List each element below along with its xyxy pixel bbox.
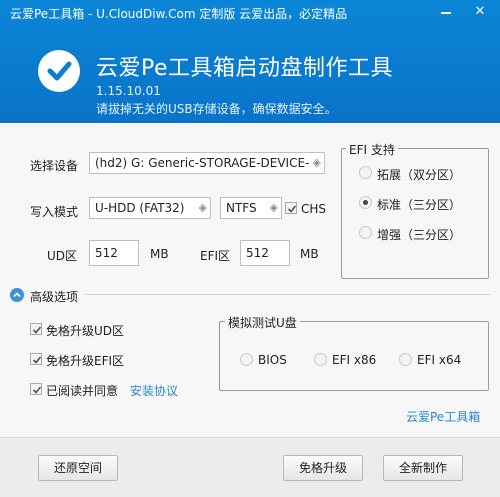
ud-size-input[interactable]: 512 <box>89 240 139 266</box>
app-title: 云爱Pe工具箱启动盘制作工具 <box>96 56 394 81</box>
filesystem-select[interactable]: NTFS ◈ <box>220 197 282 219</box>
simulate-test-title: 模拟测试U盘 <box>225 314 300 331</box>
app-version: 1.15.10.01 <box>96 84 161 98</box>
dropdown-icon: ◈ <box>269 201 278 214</box>
efi-size-input[interactable]: 512 <box>240 240 290 266</box>
check-icon <box>32 326 42 334</box>
dropdown-icon: ◈ <box>312 156 321 169</box>
restore-space-button[interactable]: 还原空间 <box>38 455 118 481</box>
check-icon <box>32 386 42 394</box>
device-select[interactable]: (hd2) G: Generic-STORAGE-DEVICE- ◈ <box>89 152 325 174</box>
format-free-upgrade-button[interactable]: 免格升级 <box>283 455 363 481</box>
window-title: 云爱Pe工具箱 - U.CloudDiw.Com 定制版 云爱出品，必定精品 <box>10 7 348 21</box>
header-banner: 云爱Pe工具箱 - U.CloudDiw.Com 定制版 云爱出品，必定精品 ✕… <box>0 0 500 123</box>
simulate-efi-x64-radio[interactable] <box>399 353 412 366</box>
agree-checkbox[interactable] <box>30 383 42 395</box>
write-mode-select[interactable]: U-HDD (FAT32) ◈ <box>89 197 211 219</box>
write-mode-label: 写入模式 <box>30 205 79 219</box>
efi-option-expand-radio[interactable] <box>359 166 372 179</box>
minimize-icon <box>441 12 451 14</box>
simulate-bios-radio[interactable] <box>240 353 253 366</box>
device-value: (hd2) G: Generic-STORAGE-DEVICE- <box>95 156 310 170</box>
efi-option-enhanced-radio[interactable] <box>359 226 372 239</box>
efi-size-value: 512 <box>246 246 269 260</box>
simulate-bios-label[interactable]: BIOS <box>258 353 287 367</box>
skip-ud-upgrade-checkbox[interactable] <box>30 323 42 335</box>
ud-unit: MB <box>150 247 169 261</box>
advanced-options-label: 高级选项 <box>30 290 79 304</box>
brand-link[interactable]: 云爱Pe工具箱 <box>406 408 480 425</box>
app-window: 云爱Pe工具箱 - U.CloudDiw.Com 定制版 云爱出品，必定精品 ✕… <box>0 0 500 497</box>
chs-label: CHS <box>301 202 327 216</box>
check-icon <box>32 356 42 364</box>
safety-tip: 请拔掉无关的USB存储设备，确保数据安全。 <box>96 102 337 116</box>
skip-ud-upgrade-label: 免格升级UD区 <box>46 324 125 338</box>
skip-efi-upgrade-checkbox[interactable] <box>30 353 42 365</box>
chs-checkbox[interactable] <box>285 202 297 214</box>
agreement-link[interactable]: 安装协议 <box>130 382 178 399</box>
skip-efi-upgrade-label: 免格升级EFI区 <box>46 354 125 368</box>
agree-label: 已阅读并同意 <box>46 384 119 398</box>
ud-label: UD区 <box>47 249 78 263</box>
checkmark-icon <box>38 50 80 92</box>
chevron-up-icon <box>13 292 21 298</box>
simulate-efi-x86-label[interactable]: EFI x86 <box>332 353 376 367</box>
efi-support-title: EFI 支持 <box>346 141 398 158</box>
write-mode-value: U-HDD (FAT32) <box>95 201 185 215</box>
dropdown-icon: ◈ <box>198 201 207 214</box>
ud-size-value: 512 <box>95 246 118 260</box>
efi-unit: MB <box>300 247 319 261</box>
minimize-button[interactable] <box>432 0 460 22</box>
efi-option-expand-label[interactable]: 拓展（双分区） <box>377 166 461 183</box>
close-button[interactable]: ✕ <box>466 0 494 22</box>
efi-option-standard-radio[interactable] <box>359 196 372 209</box>
check-icon <box>287 205 297 213</box>
simulate-efi-x64-label[interactable]: EFI x64 <box>417 353 461 367</box>
filesystem-value: NTFS <box>226 201 257 215</box>
close-icon: ✕ <box>474 3 486 19</box>
efi-label: EFI区 <box>200 249 231 263</box>
efi-option-standard-label[interactable]: 标准（三分区） <box>377 196 461 213</box>
simulate-efi-x86-radio[interactable] <box>314 353 327 366</box>
efi-option-enhanced-label[interactable]: 增强（三分区） <box>377 226 461 243</box>
collapse-advanced-button[interactable] <box>10 288 24 302</box>
create-new-button[interactable]: 全新制作 <box>383 455 463 481</box>
device-label: 选择设备 <box>30 159 79 173</box>
advanced-divider <box>85 294 490 295</box>
